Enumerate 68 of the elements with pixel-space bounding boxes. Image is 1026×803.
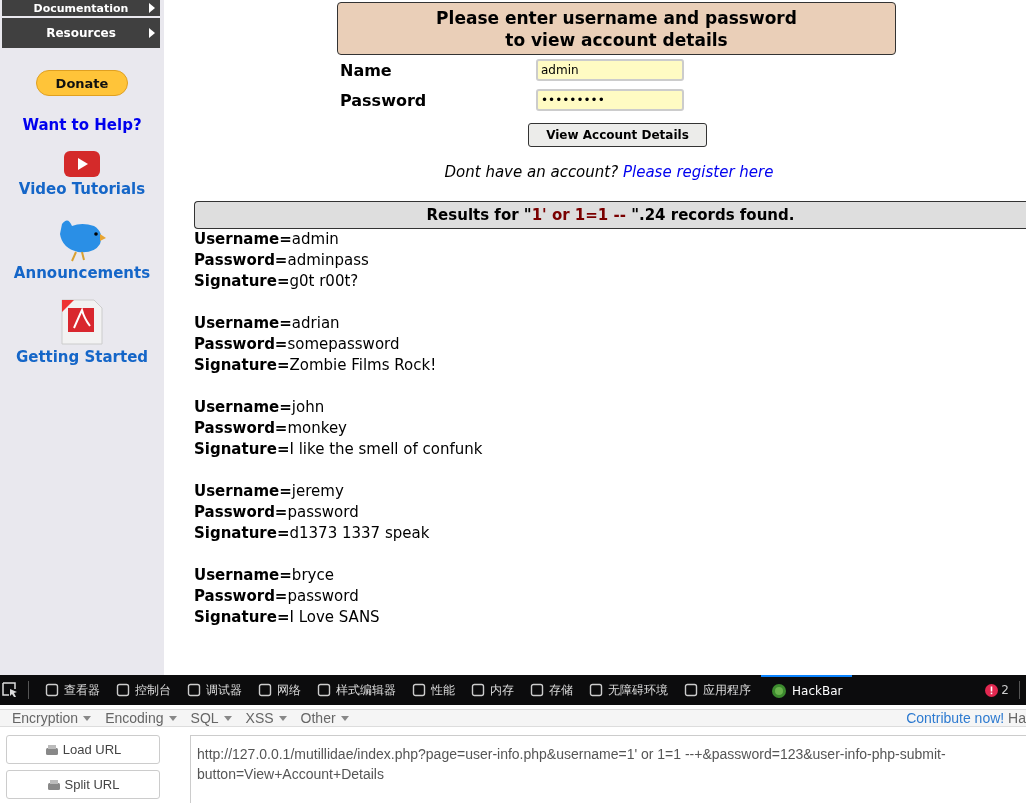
square-icon xyxy=(45,683,59,697)
caret-icon xyxy=(168,715,177,721)
devtools-tab[interactable]: 网络 xyxy=(252,675,307,705)
hackbar-button[interactable]: Load URL xyxy=(6,735,160,764)
hackbar-logo xyxy=(771,683,787,699)
caret-icon xyxy=(340,715,349,721)
hackbar-menu[interactable]: Other xyxy=(300,710,349,726)
results-header: Results for "1' or 1=1 -- ".24 records found. xyxy=(194,201,1026,229)
caret-icon xyxy=(223,715,232,721)
play-icon[interactable] xyxy=(63,150,101,178)
picker-icon[interactable] xyxy=(2,682,18,698)
devtools-tab[interactable]: 查看器 xyxy=(39,675,106,705)
register-link[interactable]: Please register here xyxy=(622,163,774,181)
caret-icon xyxy=(278,715,287,721)
error-count[interactable]: 2 xyxy=(985,683,1009,697)
hackbar-menu[interactable]: SQL xyxy=(190,710,232,726)
hackbar-menu[interactable]: Encryption xyxy=(12,710,92,726)
field-label: Password xyxy=(340,90,428,110)
record-line: Password=adminpass xyxy=(194,250,370,271)
record-line: Username=john xyxy=(194,397,326,418)
field-label: Name xyxy=(340,60,393,80)
menu-item[interactable]: Documentation xyxy=(2,0,160,16)
record-line: Password=monkey xyxy=(194,418,348,439)
devtools-tab[interactable]: 内存 xyxy=(465,675,520,705)
caret-icon xyxy=(149,3,155,13)
help-link[interactable]: Want to Help? xyxy=(22,116,142,134)
record-line: Username=adrian xyxy=(194,313,341,334)
devtools-tab[interactable]: 无障碍环境 xyxy=(583,675,674,705)
printer-icon xyxy=(46,778,61,791)
view-details-button[interactable]: View Account Details xyxy=(528,123,707,147)
record-line: Password=password xyxy=(194,586,360,607)
form-heading: Please enter username and password to view account details xyxy=(337,2,896,55)
name-field[interactable]: admin xyxy=(536,59,684,81)
sidebar-link[interactable]: Getting Started xyxy=(15,348,149,366)
error-icon xyxy=(985,683,999,697)
devtools-tab[interactable]: HackBar xyxy=(761,675,853,705)
caret-icon xyxy=(83,715,92,721)
record-line: Signature=Zombie Films Rock! xyxy=(194,355,438,376)
record-line: Signature=g0t r00t? xyxy=(194,271,360,292)
donate-button[interactable]: Donate xyxy=(36,70,128,96)
record-line: Username=admin xyxy=(194,229,340,250)
devtools-tab[interactable]: 控制台 xyxy=(110,675,177,705)
hackbar-tagline: Ha xyxy=(1008,710,1026,726)
devtools-tab[interactable]: 样式编辑器 xyxy=(311,675,402,705)
pdf-icon[interactable] xyxy=(60,298,104,346)
devtools-tab[interactable]: 存储 xyxy=(524,675,579,705)
hackbar-button[interactable]: Split URL xyxy=(6,770,160,799)
password-field[interactable]: ••••••••• xyxy=(536,89,684,111)
menu-item[interactable]: Resources xyxy=(2,18,160,48)
record-line: Password=somepassword xyxy=(194,334,401,355)
devtools-tab[interactable]: 应用程序 xyxy=(678,675,757,705)
record-line: Signature=d1373 1337 speak xyxy=(194,523,431,544)
record-line: Signature=I Love SANS xyxy=(194,607,381,628)
printer-icon xyxy=(44,743,59,756)
caret-icon xyxy=(149,28,155,38)
record-line: Password=password xyxy=(194,502,360,523)
hackbar-menu[interactable]: XSS xyxy=(245,710,287,726)
record-line: Username=bryce xyxy=(194,565,335,586)
sidebar-link[interactable]: Announcements xyxy=(13,264,151,282)
register-prompt: Dont have an account? xyxy=(444,163,619,181)
url-field[interactable]: http://127.0.0.1/mutillidae/index.php?page=user-info.php&username=1' or 1=1 --+&password=123&user-info-php-submit-button=View+Account+Details xyxy=(190,735,1026,803)
devtools-tab[interactable]: 性能 xyxy=(406,675,461,705)
contribute-link[interactable]: Contribute now! xyxy=(906,710,1005,726)
devtools-tab[interactable]: 调试器 xyxy=(181,675,248,705)
record-line: Username=jeremy xyxy=(194,481,345,502)
hackbar-menu[interactable]: Encoding xyxy=(105,710,177,726)
record-line: Signature=I like the smell of confunk xyxy=(194,439,484,460)
sidebar-link[interactable]: Video Tutorials xyxy=(18,180,146,198)
